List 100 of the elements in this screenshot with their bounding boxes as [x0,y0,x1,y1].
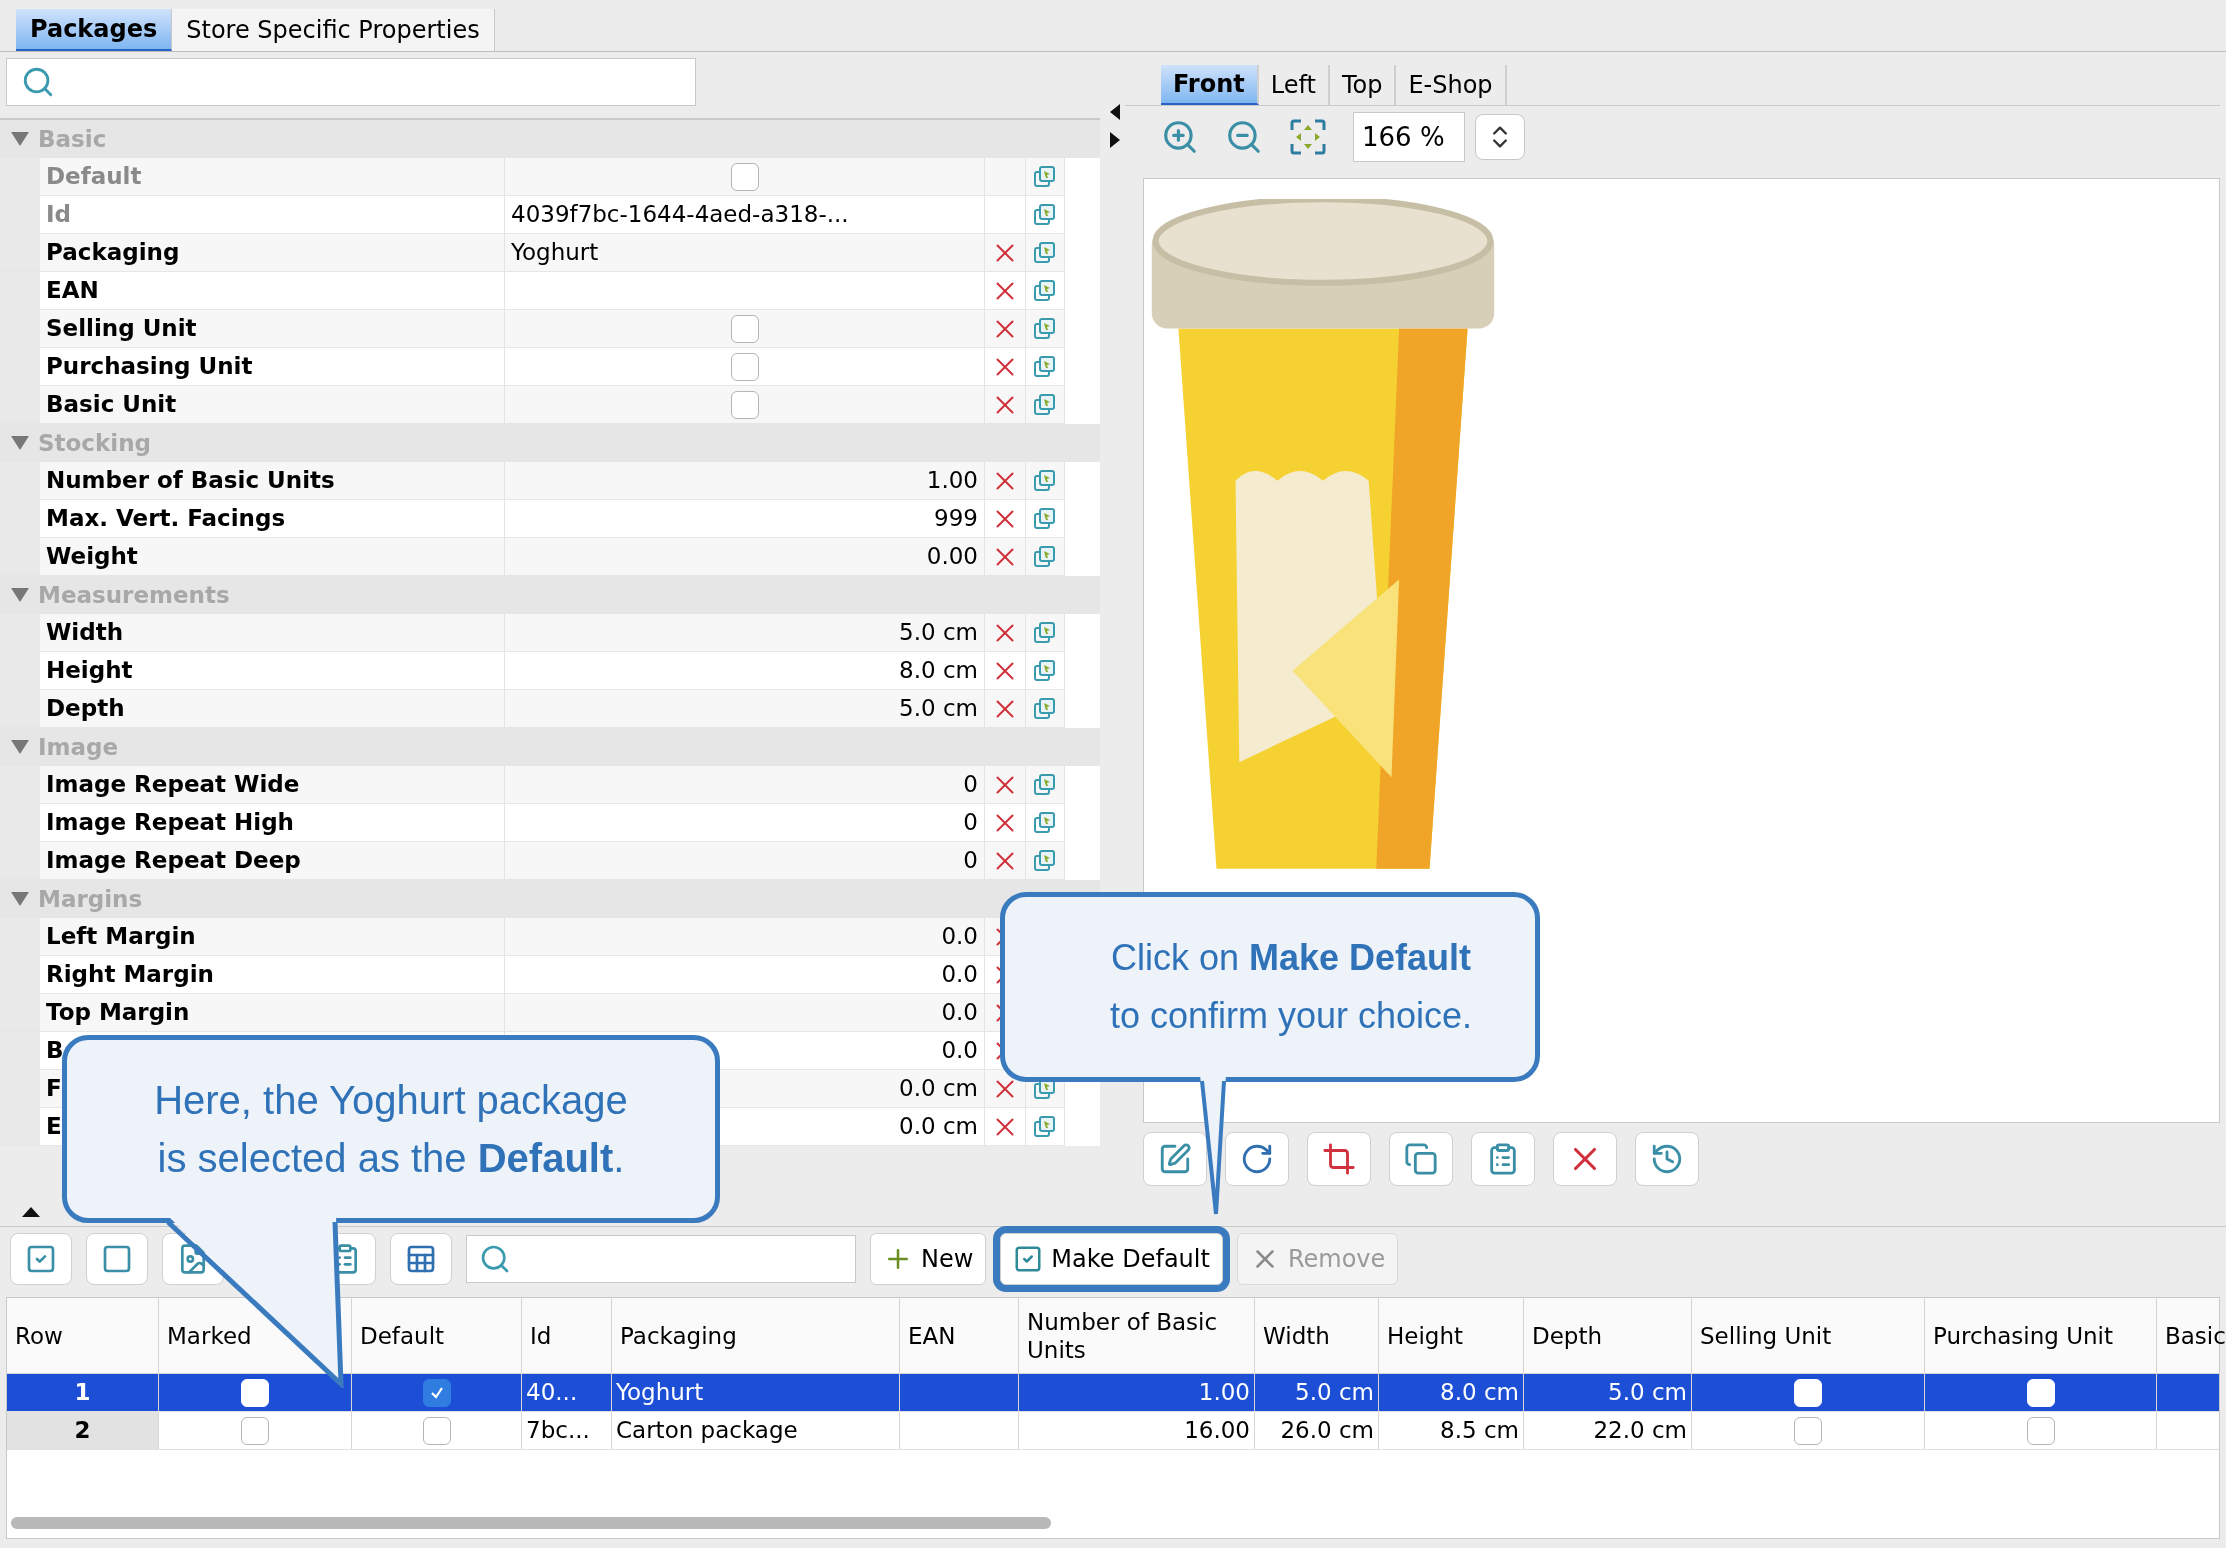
column-header[interactable]: Default [360,1321,445,1350]
property-value[interactable]: 0 [963,805,978,840]
property-row[interactable]: Id 4039f7bc-1644-4aed-a318-... [0,196,1065,234]
property-row[interactable]: Image Repeat Wide 0 [0,766,1065,804]
copy-icon[interactable] [1033,620,1057,645]
column-header[interactable]: Row [15,1321,63,1350]
table-row[interactable]: 1 40... Yoghurt 1.00 5.0 cm 8.0 cm 5.0 cm [7,1374,2219,1412]
copy-icon[interactable] [1033,164,1057,189]
search-field[interactable] [6,58,696,106]
copy-icon[interactable] [1033,240,1057,265]
copy-icon[interactable] [1033,202,1057,227]
copy-icon[interactable] [1033,772,1057,797]
expand-triangle-icon[interactable] [10,131,30,147]
checkbox[interactable] [730,162,759,191]
column-header[interactable]: Basic [2165,1321,2226,1350]
column-header[interactable]: Purchasing Unit [1933,1321,2113,1350]
property-value[interactable]: 0.0 [941,1033,978,1068]
column-header[interactable]: Height [1387,1321,1464,1350]
column-header[interactable]: Number of Basic Units [1027,1307,1246,1364]
property-row[interactable]: Weight 0.00 [0,538,1065,576]
column-header[interactable]: Depth [1532,1321,1603,1350]
copy-icon[interactable] [1033,848,1057,873]
property-value[interactable]: 0 [963,843,978,878]
property-value[interactable]: 1.00 [926,463,978,498]
property-value[interactable]: 0.0 [941,995,978,1030]
image-tool-button[interactable] [1553,1132,1617,1186]
property-row[interactable]: Image Repeat High 0 [0,804,1065,842]
property-value[interactable]: 5.0 cm [899,691,978,726]
image-tool-button[interactable] [1307,1132,1371,1186]
image-tool-button[interactable] [1389,1132,1453,1186]
zoom-out-icon[interactable] [1225,118,1263,156]
property-row[interactable]: Packaging Yoghurt [0,234,1065,272]
copy-icon[interactable] [1033,506,1057,531]
property-row[interactable]: Width 5.0 cm [0,614,1065,652]
property-value[interactable]: 5.0 cm [899,615,978,650]
collapse-up-icon[interactable] [22,1206,40,1217]
view-tab[interactable]: Left [1258,65,1330,105]
property-row[interactable]: EAN [0,272,1065,310]
property-row[interactable]: Depth 5.0 cm [0,690,1065,728]
column-header[interactable]: Marked [167,1321,252,1350]
property-value[interactable]: 4039f7bc-1644-4aed-a318-... [511,197,849,232]
copy-icon[interactable] [1033,696,1057,721]
property-value[interactable]: 8.0 cm [899,653,978,688]
search-field[interactable] [466,1235,856,1283]
property-value[interactable]: Yoghurt [511,235,599,270]
copy-icon[interactable] [1033,392,1057,417]
property-value[interactable]: 0.00 [926,539,978,574]
tab[interactable]: Packages [16,9,173,51]
property-row[interactable]: Max. Vert. Facings 999 [0,500,1065,538]
column-header[interactable]: Id [530,1321,552,1350]
column-header[interactable]: Packaging [620,1321,737,1350]
copy-icon[interactable] [1033,278,1057,303]
property-row[interactable]: Number of Basic Units 1.00 [0,462,1065,500]
property-value[interactable]: 0.0 [941,919,978,954]
copy-icon[interactable] [1033,658,1057,683]
checkbox[interactable] [422,1378,451,1407]
scrollbar-thumb[interactable] [11,1517,1051,1529]
image-tool-button[interactable] [1143,1132,1207,1186]
checkbox[interactable] [730,314,759,343]
image-tool-button[interactable] [1225,1132,1289,1186]
copy-icon[interactable] [1033,1114,1057,1139]
expand-triangle-icon[interactable] [10,587,30,603]
copy-icon[interactable] [1033,468,1057,493]
column-header[interactable]: EAN [908,1321,956,1350]
image-tool-button[interactable] [1471,1132,1535,1186]
tool-button[interactable] [390,1233,452,1285]
property-row[interactable]: Image Repeat Deep 0 [0,842,1065,880]
property-value[interactable]: 0.0 cm [899,1071,978,1106]
copy-icon[interactable] [1033,810,1057,835]
image-tool-button[interactable] [1635,1132,1699,1186]
expand-triangle-icon[interactable] [10,739,30,755]
checkbox[interactable] [241,1416,269,1445]
checkbox[interactable] [730,390,759,419]
checkbox[interactable] [730,352,759,381]
view-tab[interactable]: Front [1161,65,1259,105]
property-value[interactable]: 999 [934,501,978,536]
collapse-left-icon[interactable] [1110,104,1120,120]
copy-icon[interactable] [1033,316,1057,341]
property-row[interactable]: Basic Unit [0,386,1065,424]
view-tab[interactable]: E-Shop [1396,65,1507,105]
zoom-field[interactable]: 166 % [1353,112,1465,162]
checkbox[interactable] [422,1416,451,1445]
zoom-stepper[interactable] [1475,114,1525,160]
property-value[interactable]: 0.0 [941,957,978,992]
fit-view-icon[interactable] [1289,118,1327,156]
list-button[interactable]: New [870,1233,987,1285]
expand-right-icon[interactable] [1110,132,1120,148]
checkbox[interactable] [1794,1416,1822,1445]
column-header[interactable]: Width [1263,1321,1330,1350]
copy-icon[interactable] [1033,544,1057,569]
column-header[interactable]: Selling Unit [1700,1321,1832,1350]
tab[interactable]: Store Specific Properties [172,9,495,51]
zoom-in-icon[interactable] [1161,118,1199,156]
expand-triangle-icon[interactable] [10,435,30,451]
property-value[interactable]: 0 [963,767,978,802]
copy-icon[interactable] [1033,354,1057,379]
view-tab[interactable]: Top [1329,65,1397,105]
property-value[interactable]: 0.0 cm [899,1109,978,1144]
tool-button[interactable] [10,1233,72,1285]
property-row[interactable]: Height 8.0 cm [0,652,1065,690]
